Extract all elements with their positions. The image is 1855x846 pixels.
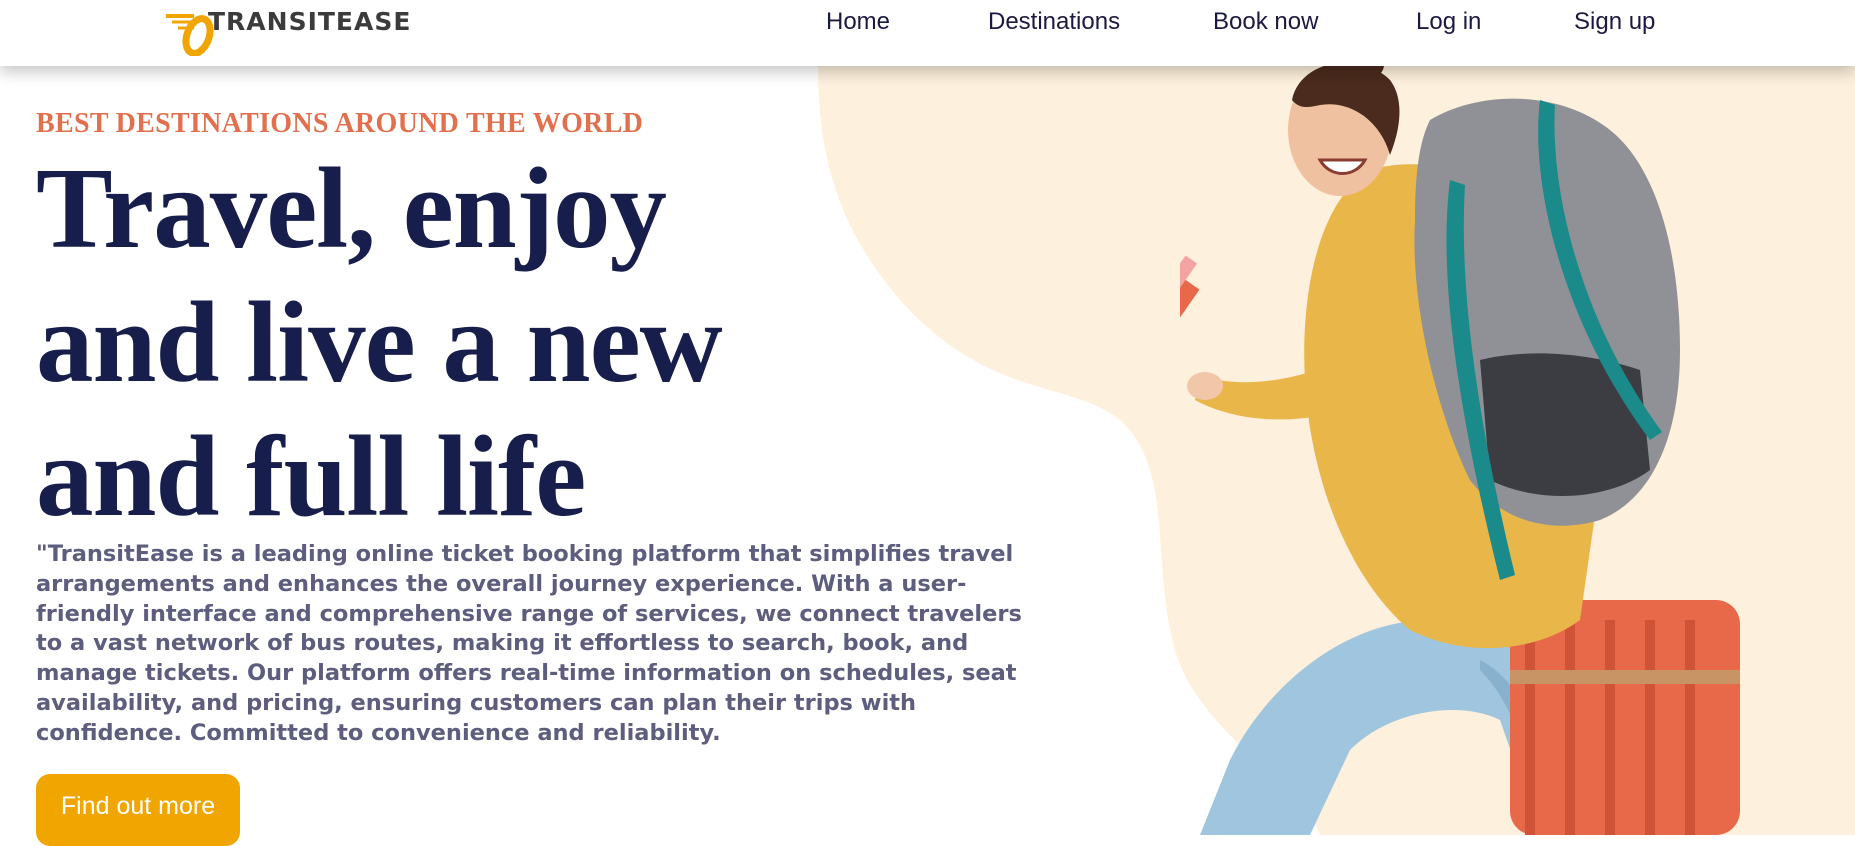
hero-traveler-image xyxy=(1180,60,1740,835)
headline-line-3: and full life xyxy=(36,413,586,540)
find-out-more-button[interactable]: Find out more xyxy=(36,774,240,846)
headline-line-2: and live a new xyxy=(36,279,723,406)
nav-destinations[interactable]: Destinations xyxy=(988,8,1120,36)
headline-line-1: Travel, enjoy xyxy=(36,145,667,272)
nav-book-now[interactable]: Book now xyxy=(1213,8,1318,36)
hero-headline: Travel, enjoy and live a new and full li… xyxy=(36,142,836,544)
hero-description: "TransitEase is a leading online ticket … xyxy=(36,541,1022,746)
hero-eyebrow: BEST DESTINATIONS AROUND THE WORLD xyxy=(36,108,644,139)
brand-logo[interactable]: TRANSITEASE xyxy=(164,6,411,56)
nav-log-in[interactable]: Log in xyxy=(1416,8,1481,36)
nav-sign-up[interactable]: Sign up xyxy=(1574,8,1655,36)
brand-name: TRANSITEASE xyxy=(208,6,412,36)
nav-home[interactable]: Home xyxy=(826,8,890,36)
top-navbar: TRANSITEASE Home Destinations Book now L… xyxy=(0,0,1855,66)
